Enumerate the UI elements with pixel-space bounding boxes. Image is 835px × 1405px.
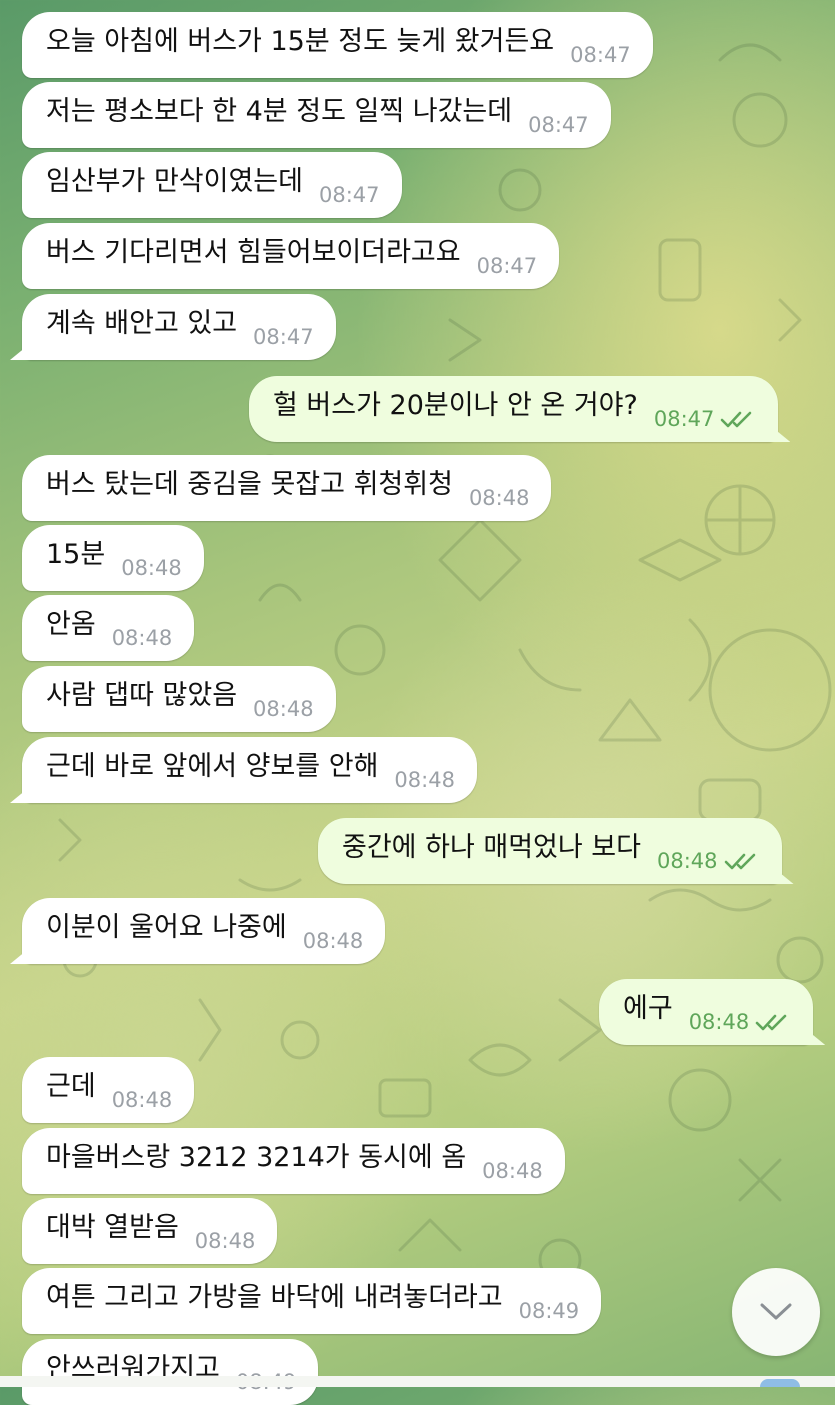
message-text: 헐 버스가 20분이나 안 온 거야? xyxy=(273,389,638,421)
incoming-message[interactable]: 계속 배안고 있고 08:47 xyxy=(22,294,336,360)
message-timestamp: 08:48 xyxy=(253,697,314,721)
message-timestamp: 08:48 xyxy=(111,1088,173,1112)
incoming-message[interactable]: 사람 댑따 많았음 08:48 xyxy=(22,666,336,732)
incoming-message[interactable]: 임산부가 만삭이였는데 08:47 xyxy=(22,152,402,218)
chevron-down-icon xyxy=(760,1303,792,1320)
message-text: 15분 xyxy=(46,538,106,570)
incoming-message[interactable]: 안쓰러워가지고08:49 xyxy=(22,1339,319,1405)
message-timestamp: 08:48 xyxy=(468,486,530,510)
message-timestamp: 08:47 xyxy=(253,325,314,349)
message-timestamp: 08:48 xyxy=(302,929,364,953)
outgoing-message[interactable]: 중간에 하나 매먹었나 보다 08:48 xyxy=(318,818,782,884)
message-text: 안옴 xyxy=(46,608,96,640)
message-text: 대박 열받음 xyxy=(46,1211,179,1243)
message-text: 버스 기다리면서 힘들어보이더라고요 xyxy=(46,236,461,268)
double-check-icon xyxy=(755,1014,787,1031)
chat-message-list[interactable]: 오늘 아침에 버스가 15분 정도 늦게 왔거든요 08:47 저는 평소보다 한 … xyxy=(0,0,835,1405)
message-text: 임산부가 만삭이였는데 xyxy=(46,165,303,197)
incoming-message[interactable]: 이분이 울어요 나중에 08:48 xyxy=(22,898,386,964)
message-timestamp: 08:47 xyxy=(318,183,380,207)
message-timestamp: 08:48 xyxy=(657,849,718,873)
message-text: 에구 xyxy=(623,992,673,1024)
incoming-message[interactable]: 여튼 그리고 가방을 바닥에 내려놓더라고 08:49 xyxy=(22,1268,602,1334)
incoming-message[interactable]: 저는 평소보다 한 4분 정도 일찍 나갔는데 08:47 xyxy=(22,82,611,148)
outgoing-message[interactable]: 에구 08:48 xyxy=(599,979,814,1045)
input-accent xyxy=(760,1379,800,1387)
message-text: 근데 xyxy=(46,1070,96,1102)
message-text: 오늘 아침에 버스가 15분 정도 늦게 왔거든요 xyxy=(46,25,555,57)
incoming-message[interactable]: 15분 08:48 xyxy=(22,525,204,591)
message-text: 저는 평소보다 한 4분 정도 일찍 나갔는데 xyxy=(46,95,513,127)
incoming-message[interactable]: 오늘 아침에 버스가 15분 정도 늦게 왔거든요 08:47 xyxy=(22,12,653,78)
message-timestamp: 08:48 xyxy=(194,1229,256,1253)
incoming-message[interactable]: 근데 바로 앞에서 양보를 안해 08:48 xyxy=(22,737,477,803)
message-text: 사람 댑따 많았음 xyxy=(46,679,238,711)
message-text: 여튼 그리고 가방을 바닥에 내려놓더라고 xyxy=(46,1281,503,1313)
message-timestamp: 08:47 xyxy=(653,407,715,431)
message-text: 근데 바로 앞에서 양보를 안해 xyxy=(46,750,379,782)
message-timestamp: 08:47 xyxy=(476,254,538,278)
incoming-message[interactable]: 버스 탔는데 중김을 못잡고 휘청휘청 08:48 xyxy=(22,455,552,521)
message-timestamp: 08:48 xyxy=(688,1010,750,1034)
message-text: 중간에 하나 매먹었나 보다 xyxy=(342,831,641,863)
outgoing-message[interactable]: 헐 버스가 20분이나 안 온 거야? 08:47 xyxy=(249,376,779,442)
double-check-icon xyxy=(724,853,755,870)
message-timestamp: 08:47 xyxy=(528,113,589,137)
double-check-icon xyxy=(721,411,752,428)
incoming-message[interactable]: 대박 열받음 08:48 xyxy=(22,1198,278,1264)
message-timestamp: 08:48 xyxy=(394,768,455,792)
incoming-message[interactable]: 버스 기다리면서 힘들어보이더라고요 08:47 xyxy=(22,223,560,289)
message-timestamp: 08:47 xyxy=(570,43,631,67)
scroll-to-bottom-button[interactable] xyxy=(732,1268,820,1356)
incoming-message[interactable]: 안옴 08:48 xyxy=(22,595,195,661)
message-text: 계속 배안고 있고 xyxy=(46,307,238,339)
message-text: 마을버스랑 3212 3214가 동시에 옴 xyxy=(46,1141,467,1173)
message-timestamp: 08:49 xyxy=(518,1299,580,1323)
message-text: 이분이 울어요 나중에 xyxy=(46,911,287,943)
message-timestamp: 08:48 xyxy=(111,626,173,650)
message-timestamp: 08:48 xyxy=(121,556,182,580)
message-input-bar-edge xyxy=(0,1376,835,1387)
message-text: 버스 탔는데 중김을 못잡고 휘청휘청 xyxy=(46,468,453,500)
message-timestamp: 08:48 xyxy=(482,1159,543,1183)
incoming-message[interactable]: 마을버스랑 3212 3214가 동시에 옴 08:48 xyxy=(22,1128,565,1194)
incoming-message[interactable]: 근데 08:48 xyxy=(22,1057,195,1123)
